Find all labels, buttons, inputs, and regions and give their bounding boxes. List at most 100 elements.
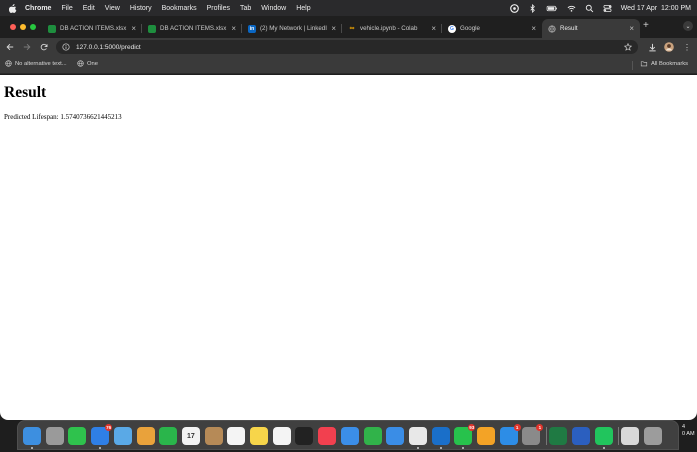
globe-icon	[5, 60, 12, 67]
tab-title: DB ACTION ITEMS.xlsx	[60, 25, 127, 32]
tab-title: vehicle.ipynb - Colab	[360, 25, 418, 32]
chrome-icon[interactable]	[408, 427, 427, 449]
control-center-icon[interactable]	[603, 4, 612, 13]
more-menu-icon[interactable]: ⋮	[682, 42, 692, 52]
facetime-icon[interactable]	[159, 427, 178, 445]
bookmark-item-one[interactable]: One	[77, 60, 98, 67]
reload-icon[interactable]	[39, 42, 49, 52]
calendar-icon[interactable]: 17	[181, 427, 200, 445]
back-arrow-icon[interactable]	[5, 42, 15, 52]
window-zoom-button[interactable]	[30, 24, 36, 30]
close-icon[interactable]: ×	[231, 24, 236, 33]
menu-app-name[interactable]: Chrome	[25, 5, 51, 12]
tab-search-chevron-icon[interactable]: ⌄	[683, 21, 693, 31]
sheets-icon	[148, 24, 156, 33]
close-icon[interactable]: ×	[531, 24, 536, 33]
numbers-icon[interactable]	[363, 427, 382, 445]
clock-line-2: 0 AM	[682, 431, 695, 437]
notification-badge: 1	[536, 424, 544, 431]
close-icon[interactable]: ×	[131, 24, 136, 33]
close-icon[interactable]: ×	[629, 24, 634, 33]
finder-icon[interactable]	[23, 427, 41, 449]
messages-icon[interactable]	[68, 427, 87, 445]
wifi-icon[interactable]	[567, 4, 576, 13]
tab-title: Google	[460, 25, 480, 32]
bookmark-label: No alternative text...	[15, 60, 67, 67]
menu-help[interactable]: Help	[296, 5, 310, 12]
site-info-icon[interactable]	[62, 43, 70, 51]
url-text[interactable]: 127.0.0.1:5000/predict	[76, 44, 141, 51]
battery-icon[interactable]	[546, 4, 558, 13]
bookmark-item-no-alt-text[interactable]: No alternative text...	[5, 60, 67, 67]
forward-arrow-icon[interactable]	[22, 42, 32, 52]
menubar-datetime[interactable]: Wed 17 Apr 12:00 PM	[621, 5, 691, 12]
new-tab-plus-icon[interactable]: +	[643, 20, 649, 31]
window-minimize-button[interactable]	[20, 24, 26, 30]
menu-file[interactable]: File	[61, 5, 72, 12]
window-close-button[interactable]	[10, 24, 16, 30]
profile-avatar[interactable]	[664, 42, 674, 52]
copilot-icon[interactable]	[509, 3, 519, 13]
pycharm-icon[interactable]	[594, 427, 613, 449]
tab-colab[interactable]: ∞ vehicle.ipynb - Colab ×	[342, 19, 442, 38]
pages-icon[interactable]	[477, 427, 495, 445]
tab-strip: DB ACTION ITEMS.xlsx × DB ACTION ITEMS.x…	[0, 16, 697, 38]
safari-icon[interactable]	[386, 427, 405, 445]
notes-icon[interactable]	[250, 427, 268, 445]
running-indicator	[602, 447, 605, 449]
mail-icon[interactable]: 76	[91, 424, 113, 449]
menu-history[interactable]: History	[130, 5, 152, 12]
search-icon[interactable]	[585, 4, 594, 13]
maps-icon[interactable]	[113, 427, 132, 445]
menu-bookmarks[interactable]: Bookmarks	[162, 5, 197, 12]
outlook-icon[interactable]	[431, 427, 450, 449]
dock: 76 17 93 1 1	[17, 420, 679, 450]
appstore-icon[interactable]: 1	[499, 424, 521, 445]
dock-divider	[546, 427, 548, 445]
all-bookmarks-button[interactable]: All Bookmarks	[640, 60, 688, 67]
notification-badge: 76	[105, 424, 113, 431]
whatsapp-icon[interactable]: 93	[454, 424, 476, 449]
settings-icon[interactable]: 1	[522, 424, 544, 445]
freeform-icon[interactable]	[272, 427, 291, 445]
browser-toolbar: 127.0.0.1:5000/predict ⋮	[0, 38, 697, 56]
menu-tab[interactable]: Tab	[240, 5, 251, 12]
excel-icon[interactable]	[549, 427, 568, 445]
download-icon[interactable]	[647, 42, 657, 52]
bookmarks-bar: No alternative text... One All Bookmarks	[0, 56, 697, 74]
trash-icon[interactable]	[643, 427, 662, 445]
music-icon[interactable]	[318, 427, 337, 445]
dock-clock-fragment: 4 0 AM	[682, 424, 695, 438]
contacts-icon[interactable]	[204, 427, 223, 445]
tab-linkedin[interactable]: in (2) My Network | LinkedIn ×	[242, 19, 342, 38]
bookmark-star-icon[interactable]	[624, 43, 632, 51]
sheets-icon	[48, 24, 56, 33]
desktop: Chrome File Edit View History Bookmarks …	[0, 0, 697, 452]
globe-icon	[77, 60, 84, 67]
menu-profiles[interactable]: Profiles	[207, 5, 230, 12]
reminders-icon[interactable]	[227, 427, 246, 445]
tab-result[interactable]: Result ×	[542, 19, 640, 38]
close-icon[interactable]: ×	[431, 24, 436, 33]
page-heading: Result	[4, 84, 47, 101]
documents-icon[interactable]	[621, 427, 640, 445]
all-bookmarks-label: All Bookmarks	[651, 60, 689, 67]
bluetooth-icon[interactable]	[528, 3, 537, 13]
notification-badge: 93	[468, 424, 476, 431]
close-icon[interactable]: ×	[331, 24, 336, 33]
tab-db-action-items-1[interactable]: DB ACTION ITEMS.xlsx ×	[42, 19, 142, 38]
tab-google[interactable]: G Google ×	[442, 19, 542, 38]
word-icon[interactable]	[571, 427, 590, 445]
menu-edit[interactable]: Edit	[83, 5, 95, 12]
address-bar[interactable]: 127.0.0.1:5000/predict	[56, 40, 638, 54]
tab-title: DB ACTION ITEMS.xlsx	[160, 25, 227, 32]
menu-window[interactable]: Window	[261, 5, 286, 12]
launchpad-icon[interactable]	[45, 427, 64, 445]
tab-db-action-items-2[interactable]: DB ACTION ITEMS.xlsx ×	[142, 19, 242, 38]
keynote-icon[interactable]	[340, 427, 359, 445]
appletv-icon[interactable]	[295, 427, 314, 445]
apple-menu-icon[interactable]	[8, 3, 17, 13]
photos-icon[interactable]	[136, 427, 155, 445]
menu-view[interactable]: View	[105, 5, 120, 12]
tab-title: Result	[560, 25, 578, 32]
